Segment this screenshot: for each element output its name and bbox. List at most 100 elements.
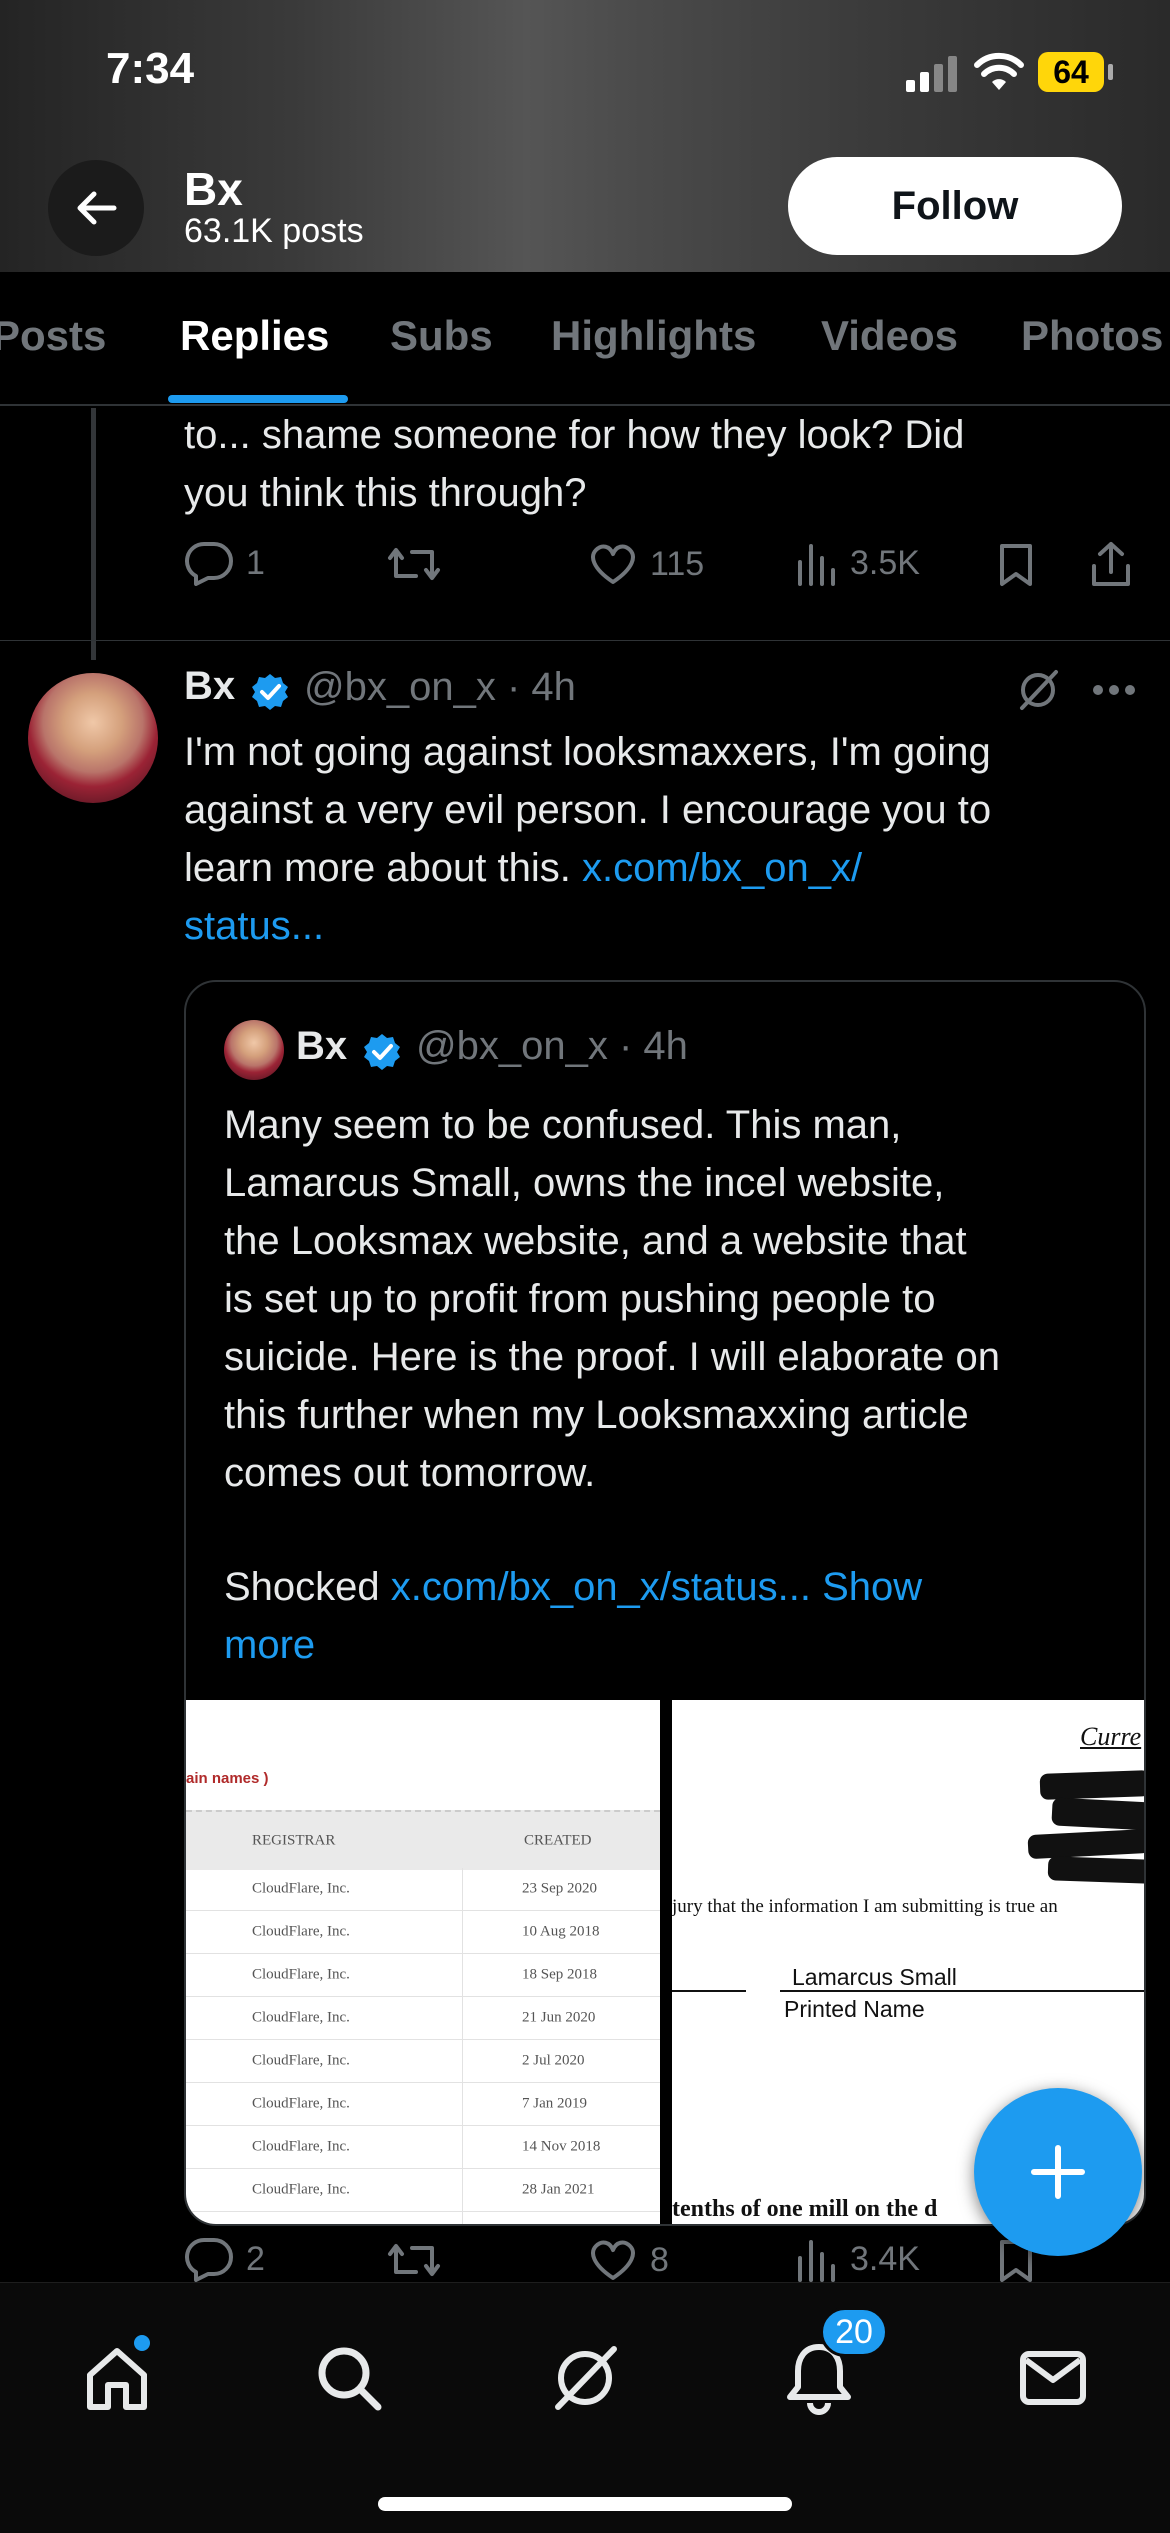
- table-header-row: REGISTRAR CREATED: [186, 1810, 660, 1870]
- quoted-text-prefix: Shocked: [224, 1565, 391, 1609]
- table-heading: ain names ): [186, 1770, 269, 1787]
- repost-icon: [388, 2244, 440, 2276]
- show-more-link[interactable]: Show: [811, 1565, 922, 1609]
- quoted-text-line2: Lamarcus Small, owns the incel website,: [224, 1161, 945, 1205]
- thread-line: [91, 408, 96, 660]
- table-row: CloudFlare, Inc. 14 Nov 2018: [186, 2126, 660, 2169]
- cell-created: 14 Nov 2018: [522, 2138, 601, 2155]
- profile-post-count: 63.1K posts: [184, 212, 364, 250]
- cell-registrar: CloudFlare, Inc.: [252, 2095, 350, 2112]
- post-like-count: 8: [650, 2240, 669, 2279]
- compose-post-button[interactable]: [974, 2088, 1142, 2256]
- tab-videos[interactable]: Videos: [821, 312, 958, 360]
- post-view-count: 3.4K: [850, 2239, 920, 2278]
- cell-created: 23 Sep 2020: [522, 1880, 597, 1897]
- prev-post-text-line1: to... shame someone for how they look? D…: [184, 413, 965, 457]
- post-like-button[interactable]: 8: [588, 2238, 669, 2282]
- redaction-mark: [1051, 1797, 1144, 1831]
- post-text-line3: learn more about this. x.com/bx_on_x/: [184, 839, 862, 897]
- tab-highlights[interactable]: Highlights: [551, 312, 756, 360]
- cell-created: 21 Jun 2020: [522, 2009, 596, 2026]
- avatar[interactable]: [28, 673, 158, 803]
- verified-badge-icon: [252, 674, 288, 710]
- cell-created: 18 Sep 2018: [522, 1966, 597, 1983]
- prev-post-like-button[interactable]: 115: [588, 542, 704, 586]
- cell-registrar: CloudFlare, Inc.: [252, 1880, 350, 1897]
- verified-badge-icon: [364, 1034, 400, 1070]
- nav-home[interactable]: [72, 2333, 162, 2423]
- table-row: CloudFlare, Inc. 18 Sep 2018: [186, 1954, 660, 1997]
- nav-messages[interactable]: [1008, 2333, 1098, 2423]
- grok-icon[interactable]: [1016, 668, 1060, 712]
- quoted-text-line4: is set up to profit from pushing people …: [224, 1277, 936, 1321]
- tab-posts[interactable]: Posts: [0, 312, 106, 360]
- plus-icon: [1031, 2145, 1085, 2199]
- home-icon: [87, 2348, 147, 2410]
- quoted-avatar: [224, 1020, 284, 1080]
- quoted-link[interactable]: x.com/bx_on_x/status...: [391, 1565, 811, 1609]
- views-icon: [798, 544, 835, 586]
- nav-search[interactable]: [304, 2333, 394, 2423]
- nav-grok[interactable]: [540, 2333, 630, 2423]
- cellular-signal-icon: [906, 56, 957, 92]
- bottom-navigation: 20: [0, 2282, 1170, 2533]
- redaction-mark: [1027, 1828, 1144, 1860]
- repost-icon: [388, 548, 440, 580]
- post-author-name[interactable]: Bx: [184, 664, 235, 709]
- tab-subs[interactable]: Subs: [390, 312, 493, 360]
- search-icon: [318, 2347, 382, 2411]
- prev-post-views-button[interactable]: 3.5K: [794, 540, 920, 586]
- column-registrar: REGISTRAR: [252, 1832, 336, 1849]
- home-indicator[interactable]: [378, 2497, 792, 2511]
- back-button[interactable]: [48, 160, 144, 256]
- prev-post-reply-count: 1: [246, 543, 265, 582]
- quoted-text-line5: suicide. Here is the proof. I will elabo…: [224, 1335, 1000, 1379]
- show-more-link-continued[interactable]: more: [224, 1616, 315, 1674]
- active-tab-indicator: [168, 395, 348, 403]
- prev-post-view-count: 3.5K: [850, 543, 920, 582]
- media-image-domain-table[interactable]: ain names ) REGISTRAR CREATED CloudFlare…: [186, 1700, 660, 2224]
- reply-icon: [185, 542, 233, 586]
- tab-replies[interactable]: Replies: [180, 312, 329, 360]
- wifi-icon: [974, 52, 1024, 90]
- views-icon: [798, 2240, 835, 2282]
- prev-post-like-count: 115: [650, 544, 705, 583]
- redaction-mark: [1047, 1856, 1144, 1884]
- document-printed-name-label: Printed Name: [784, 1996, 925, 2022]
- reply-icon: [185, 2238, 233, 2282]
- cell-created: 10 Aug 2018: [522, 1923, 600, 1940]
- document-jury-line: jury that the information I am submittin…: [672, 1896, 1058, 1917]
- redaction-mark: [1039, 1770, 1144, 1800]
- notification-count-badge: 20: [820, 2307, 888, 2357]
- table-row: CloudFlare, Inc. 23 Sep 2020: [186, 1868, 660, 1911]
- bookmark-icon[interactable]: [996, 542, 1036, 588]
- tab-photos[interactable]: Photos: [1021, 312, 1163, 360]
- more-options-icon[interactable]: [1092, 683, 1136, 697]
- post-views-button[interactable]: 3.4K: [794, 2236, 920, 2282]
- follow-button[interactable]: Follow: [788, 157, 1122, 255]
- mail-icon: [1020, 2351, 1086, 2405]
- post-link[interactable]: x.com/bx_on_x/: [582, 846, 862, 890]
- quoted-post[interactable]: Bx @bx_on_x · 4h Many seem to be confuse…: [184, 980, 1146, 2226]
- post-reply-button[interactable]: 2: [184, 2236, 265, 2282]
- quoted-text-line1: Many seem to be confused. This man,: [224, 1103, 902, 1147]
- prev-post-reply-button[interactable]: 1: [184, 540, 265, 586]
- share-icon[interactable]: [1088, 540, 1134, 588]
- cell-registrar: CloudFlare, Inc.: [252, 1923, 350, 1940]
- cell-registrar: CloudFlare, Inc.: [252, 2181, 350, 2198]
- quoted-text-last-line: Shocked x.com/bx_on_x/status... Show: [224, 1558, 922, 1616]
- quoted-text-line7: comes out tomorrow.: [224, 1451, 596, 1495]
- document-rule: [672, 1990, 746, 1992]
- post-handle-time: @bx_on_x · 4h: [304, 665, 576, 709]
- cell-registrar: CloudFlare, Inc.: [252, 2009, 350, 2026]
- quoted-text-line3: the Looksmax website, and a website that: [224, 1219, 967, 1263]
- cell-registrar: CloudFlare, Inc.: [252, 1966, 350, 1983]
- status-time: 7:34: [106, 44, 195, 93]
- quoted-author-name: Bx: [296, 1024, 348, 1068]
- cell-registrar: CloudFlare, Inc.: [252, 2138, 350, 2155]
- document-bottom-fragment: tenths of one mill on the d: [672, 2196, 938, 2222]
- post-link-continued[interactable]: status...: [184, 897, 324, 955]
- profile-tabs: Posts Replies Subs Highlights Videos Pho…: [0, 272, 1170, 406]
- post-repost-button[interactable]: [386, 2238, 442, 2282]
- prev-post-repost-button[interactable]: [386, 542, 442, 586]
